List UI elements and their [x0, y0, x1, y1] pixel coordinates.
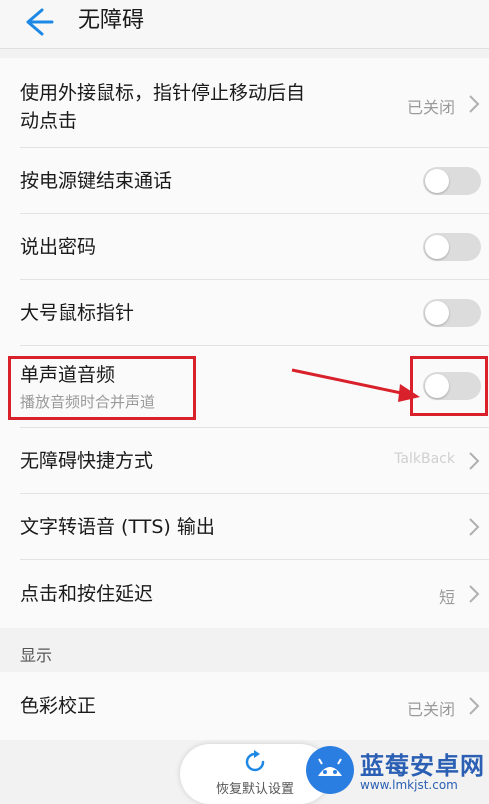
power-end-call-label: 按电源键结束通话 — [20, 170, 173, 192]
large-pointer-row[interactable]: 大号鼠标指针 — [0, 280, 489, 346]
refresh-icon — [245, 750, 265, 772]
power-end-call-toggle[interactable] — [423, 167, 481, 195]
chevron-right-icon — [469, 518, 480, 536]
watermark-name: 蓝莓安卓网 — [360, 752, 485, 780]
red-arrow-icon — [291, 368, 420, 402]
speak-password-row[interactable]: 说出密码 — [0, 214, 489, 280]
shortcut-row[interactable]: 无障碍快捷方式 TalkBack — [0, 428, 489, 494]
hold-delay-value: 短 — [438, 588, 455, 607]
color-correction-label: 色彩校正 — [20, 695, 97, 717]
speak-password-label: 说出密码 — [20, 236, 97, 258]
chevron-right-icon — [469, 697, 480, 715]
shortcut-label: 无障碍快捷方式 — [20, 450, 154, 472]
watermark: 蓝莓安卓网 www.lmkjst.com — [300, 742, 489, 800]
tts-label: 文字转语音 (TTS) 输出 — [20, 516, 215, 538]
watermark-url: www.lmkjst.com — [360, 778, 458, 792]
toggle-knob — [425, 169, 449, 193]
auto-click-label-line2: 动点击 — [20, 110, 78, 132]
back-arrow-icon[interactable] — [20, 4, 56, 40]
hold-delay-row[interactable]: 点击和按住延迟 短 — [0, 560, 489, 628]
color-correction-row[interactable]: 色彩校正 已关闭 — [0, 672, 489, 740]
page-title: 无障碍 — [78, 8, 145, 33]
shortcut-value: TalkBack — [394, 451, 455, 467]
watermark-logo-icon — [306, 746, 354, 794]
chevron-right-icon — [469, 452, 480, 470]
chevron-right-icon — [469, 585, 480, 603]
speak-password-toggle[interactable] — [423, 233, 481, 261]
auto-click-label-line1: 使用外接鼠标，指针停止移动后自 — [20, 82, 306, 104]
toggle-knob — [425, 235, 449, 259]
auto-click-value: 已关闭 — [406, 98, 455, 117]
large-pointer-label: 大号鼠标指针 — [20, 302, 135, 324]
power-end-call-row[interactable]: 按电源键结束通话 — [0, 148, 489, 214]
hold-delay-label: 点击和按住延迟 — [20, 583, 154, 605]
chevron-right-icon — [469, 95, 480, 113]
auto-click-row[interactable]: 使用外接鼠标，指针停止移动后自 动点击 已关闭 — [0, 58, 489, 148]
toggle-knob — [425, 301, 449, 325]
highlight-box-mono-audio-label — [8, 356, 196, 420]
large-pointer-toggle[interactable] — [423, 299, 481, 327]
section-title: 显示 — [20, 646, 53, 665]
color-correction-value: 已关闭 — [406, 700, 455, 719]
section-header-display: 显示 — [0, 628, 489, 672]
tts-row[interactable]: 文字转语音 (TTS) 输出 — [0, 494, 489, 560]
header: 无障碍 — [0, 0, 489, 49]
